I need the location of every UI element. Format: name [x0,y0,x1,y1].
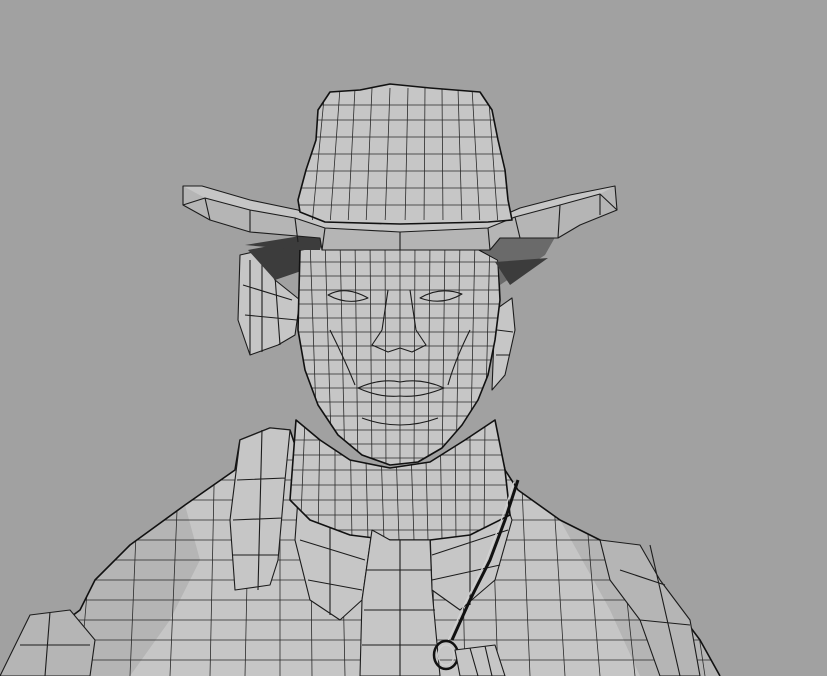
model-render [0,83,721,676]
3d-viewport[interactable] [0,0,827,676]
hat-crown [297,83,513,225]
shirt-front [359,529,441,676]
